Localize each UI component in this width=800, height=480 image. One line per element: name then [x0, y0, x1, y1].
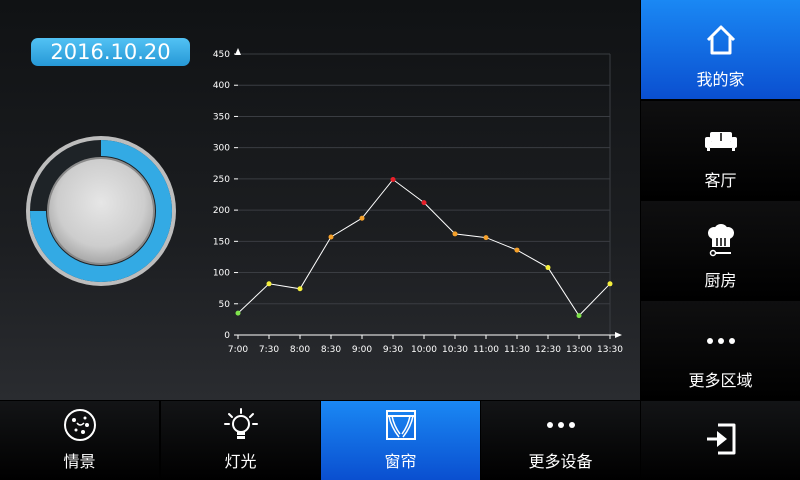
data-point	[328, 234, 334, 240]
more-dots-icon	[706, 323, 736, 359]
y-tick-label: 400	[213, 81, 230, 91]
y-tick-label: 200	[213, 206, 230, 216]
scene-icon	[63, 408, 97, 442]
menu-item-label: 客厅	[704, 171, 737, 190]
line-chart: 0 50 100 150 200 250 300 350 400 450 7:00 7:30 8:00…	[213, 48, 623, 355]
x-axis-arrow	[615, 332, 622, 338]
y-tick-label: 50	[219, 300, 231, 310]
exit-button[interactable]	[641, 401, 800, 480]
menu-item-living-room[interactable]: 客厅	[641, 101, 800, 200]
data-points	[235, 177, 613, 319]
bar-item-more-devices[interactable]: 更多设备	[481, 401, 640, 480]
data-point	[421, 200, 427, 206]
data-point	[452, 231, 458, 237]
bottom-bar: 情景 灯光 窗帘 更多设备	[0, 400, 640, 480]
data-point	[576, 313, 582, 319]
y-tick-label: 300	[213, 144, 230, 154]
home-icon	[704, 22, 738, 58]
menu-item-more-areas[interactable]: 更多区域	[641, 301, 800, 400]
x-tick-label: 9:30	[383, 345, 403, 355]
date-badge: 2016.10.20	[31, 38, 190, 66]
bar-item-label: 窗帘	[384, 452, 417, 471]
x-tick-label: 7:00	[228, 345, 248, 355]
sofa-icon	[704, 123, 738, 159]
more-dots-icon	[546, 408, 576, 442]
bar-item-curtain[interactable]: 窗帘	[321, 401, 480, 480]
curtain-icon	[385, 408, 417, 442]
series-line	[237, 178, 611, 317]
data-point	[297, 286, 303, 292]
main-panel: 2016.10.20 0 50 100 150 200 250 300 350 400	[0, 0, 640, 400]
x-tick-label: 13:30	[597, 345, 623, 355]
chart-grid	[238, 53, 611, 335]
data-point	[235, 310, 241, 316]
x-tick-label: 10:00	[411, 345, 437, 355]
y-tick-label: 150	[213, 237, 230, 247]
bar-item-scene[interactable]: 情景	[0, 401, 159, 480]
menu-item-label: 我的家	[696, 70, 745, 89]
bar-item-label: 更多设备	[528, 452, 593, 471]
y-tick-label: 350	[213, 112, 230, 122]
lightbulb-icon	[223, 408, 258, 442]
menu-item-label: 更多区域	[688, 371, 753, 390]
x-tick-label: 8:00	[290, 345, 310, 355]
x-tick-label: 12:30	[535, 345, 561, 355]
x-axis-ticks: 7:00 7:30 8:00 8:30 9:00 9:30 10:00 10:30 11:00 1…	[228, 335, 623, 355]
x-tick-label: 7:30	[259, 345, 279, 355]
data-point	[266, 281, 272, 287]
x-tick-label: 9:00	[352, 345, 372, 355]
progress-gauge	[26, 136, 176, 286]
x-tick-label: 11:30	[504, 345, 530, 355]
data-point	[607, 281, 613, 287]
data-point	[390, 177, 396, 183]
menu-item-kitchen[interactable]: 厨房	[641, 201, 800, 300]
data-point	[359, 215, 365, 221]
gauge-knob	[49, 159, 153, 263]
chef-hat-icon	[706, 223, 736, 259]
data-point	[545, 265, 551, 271]
y-tick-label: 100	[213, 269, 230, 279]
y-tick-label: 250	[213, 175, 230, 185]
x-tick-label: 10:30	[442, 345, 468, 355]
x-tick-label: 11:00	[473, 345, 499, 355]
data-point	[483, 235, 489, 241]
bar-item-label: 灯光	[224, 452, 257, 471]
y-axis-arrow	[235, 48, 241, 55]
menu-item-label: 厨房	[704, 271, 737, 290]
exit-icon	[704, 422, 738, 460]
bar-item-lighting[interactable]: 灯光	[161, 401, 320, 480]
y-tick-label: 450	[213, 50, 230, 60]
x-tick-label: 13:00	[566, 345, 592, 355]
y-tick-label: 0	[224, 331, 230, 341]
data-point	[514, 247, 520, 253]
x-tick-label: 8:30	[321, 345, 341, 355]
bar-item-label: 情景	[63, 452, 96, 471]
y-axis-ticks: 0 50 100 150 200 250 300 350 400 450	[213, 50, 238, 341]
menu-item-my-home[interactable]: 我的家	[641, 0, 800, 99]
